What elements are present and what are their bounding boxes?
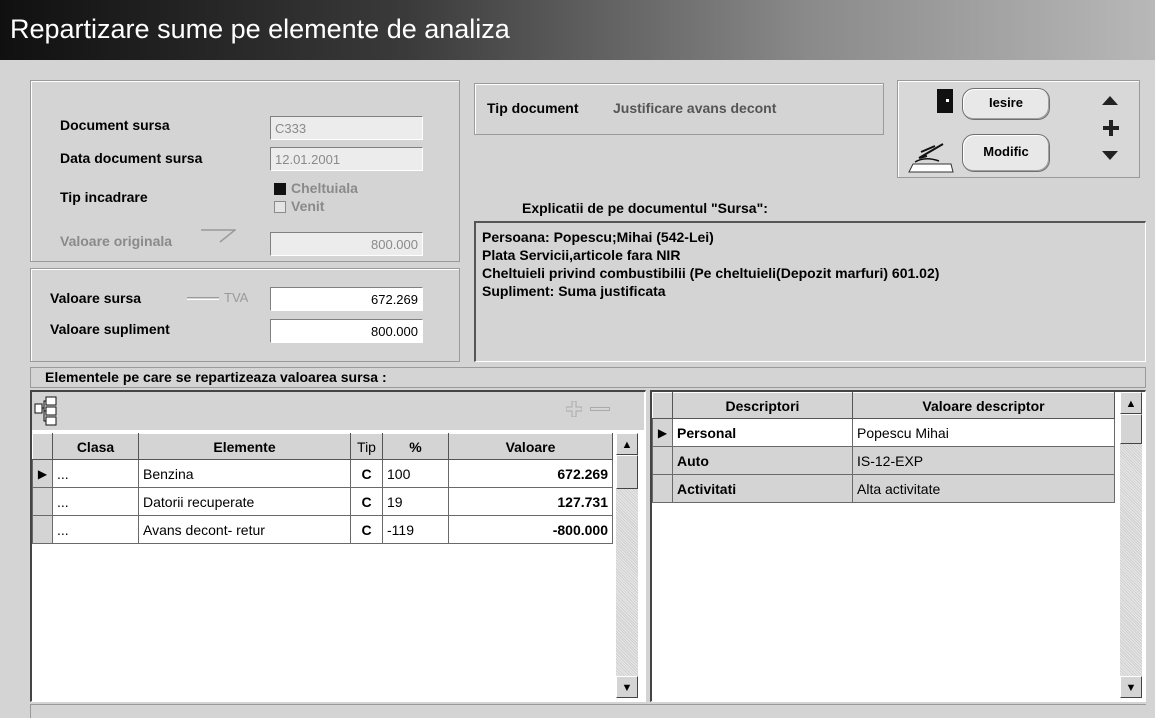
explanation-line: Plata Servicii,articole fara NIR (482, 247, 681, 263)
explanation-line: Supliment: Suma justificata (482, 283, 666, 299)
row-tip[interactable]: C (350, 515, 383, 544)
scroll-down-button[interactable]: ▼ (1120, 676, 1142, 698)
scroll-down-button[interactable]: ▼ (616, 676, 638, 698)
table-row[interactable]: Auto IS-12-EXP (652, 446, 1115, 475)
exit-door-icon (937, 89, 953, 113)
row-clasa[interactable]: ... (52, 459, 139, 488)
row-element[interactable]: Benzina (138, 459, 351, 488)
row-indicator (652, 474, 673, 503)
supplement-value-label: Valoare supliment (50, 321, 170, 337)
document-date-label: Data document sursa (60, 150, 203, 166)
descriptor-value[interactable]: Alta activitate (852, 474, 1115, 503)
column-header-elemente[interactable]: Elemente (138, 433, 351, 460)
column-header-tip[interactable]: Tip (350, 433, 383, 460)
column-header-percent[interactable]: % (382, 433, 449, 460)
descriptor-name[interactable]: Activitati (672, 474, 853, 503)
row-indicator (32, 487, 53, 516)
column-header-valoare-descriptor[interactable]: Valoare descriptor (852, 392, 1115, 419)
table-row[interactable]: ... Datorii recuperate C 19 127.731 (32, 487, 613, 516)
row-percent[interactable]: -119 (382, 515, 449, 544)
scroll-thumb[interactable] (616, 455, 638, 489)
section-header: Elementele pe care se repartizeaza valoa… (30, 367, 1146, 388)
supplement-value-field[interactable]: 800.000 (270, 319, 423, 343)
row-percent[interactable]: 100 (382, 459, 449, 488)
column-header-descriptori[interactable]: Descriptori (672, 392, 853, 419)
source-value-field[interactable]: 672.269 (270, 287, 423, 311)
value-panel (30, 268, 460, 362)
edit-pen-icon (908, 143, 954, 173)
scroll-thumb[interactable] (1120, 414, 1142, 444)
row-tip[interactable]: C (350, 487, 383, 516)
table-row[interactable]: ... Avans decont- retur C -119 -800.000 (32, 515, 613, 544)
row-clasa[interactable]: ... (52, 487, 139, 516)
plus-icon[interactable] (1103, 120, 1119, 136)
column-header-valoare[interactable]: Valoare (448, 433, 613, 460)
section-title: Elementele pe care se repartizeaza valoa… (45, 369, 387, 385)
row-valoare[interactable]: -800.000 (448, 515, 613, 544)
document-type-value: Justificare avans decont (613, 100, 777, 116)
descriptor-name[interactable]: Auto (672, 446, 853, 475)
income-checkbox[interactable] (274, 201, 286, 213)
scroll-up-button[interactable]: ▲ (616, 433, 638, 455)
modify-button[interactable]: Modific (962, 134, 1050, 172)
row-indicator (652, 446, 673, 475)
arrow-down-icon[interactable] (1101, 150, 1119, 162)
row-element[interactable]: Datorii recuperate (138, 487, 351, 516)
original-value-field[interactable]: 800.000 (270, 232, 423, 256)
descriptor-value[interactable]: Popescu Mihai (852, 418, 1115, 447)
expense-checkbox-label: Cheltuiala (291, 180, 358, 196)
original-value-label: Valoare originala (60, 233, 173, 249)
exit-button[interactable]: Iesire (962, 88, 1050, 120)
add-element-icon[interactable] (565, 400, 583, 418)
document-date-field[interactable]: 12.01.2001 (270, 147, 423, 171)
table-row[interactable]: Activitati Alta activitate (652, 474, 1115, 503)
table-row[interactable]: ▶ ... Benzina C 100 672.269 (32, 459, 613, 488)
row-indicator (32, 515, 53, 544)
remove-element-icon[interactable] (590, 407, 610, 411)
document-source-field[interactable]: C333 (270, 116, 423, 140)
explanation-line: Cheltuieli privind combustibilii (Pe che… (482, 265, 940, 281)
row-valoare[interactable]: 672.269 (448, 459, 613, 488)
row-clasa[interactable]: ... (52, 515, 139, 544)
row-indicator-header (32, 433, 53, 460)
descriptor-name[interactable]: Personal (672, 418, 853, 447)
arrow-up-icon[interactable] (1101, 94, 1119, 106)
row-valoare[interactable]: 127.731 (448, 487, 613, 516)
expense-checkbox[interactable] (274, 183, 286, 195)
source-value-label: Valoare sursa (50, 290, 142, 306)
tree-structure-icon[interactable] (34, 396, 60, 426)
current-row-marker-icon: ▶ (652, 418, 673, 447)
status-bar (30, 704, 1146, 718)
explanation-box: Persoana: Popescu;Mihai (542-Lei) Plata … (474, 221, 1146, 362)
row-percent[interactable]: 19 (382, 487, 449, 516)
tva-slider-icon[interactable] (187, 297, 219, 300)
income-checkbox-label: Venit (291, 198, 325, 214)
descriptors-table: Descriptori Valoare descriptor ▶ Persona… (652, 392, 1115, 503)
explanation-line: Persoana: Popescu;Mihai (542-Lei) (482, 229, 714, 245)
row-indicator-header (652, 392, 673, 419)
document-type-label: Tip document (487, 100, 579, 116)
elements-toolbar (32, 392, 644, 430)
corner-indicator-icon (201, 229, 236, 243)
scroll-up-button[interactable]: ▲ (1120, 392, 1142, 414)
column-header-clasa[interactable]: Clasa (52, 433, 139, 460)
descriptor-value[interactable]: IS-12-EXP (852, 446, 1115, 475)
row-tip[interactable]: C (350, 459, 383, 488)
table-row[interactable]: ▶ Personal Popescu Mihai (652, 418, 1115, 447)
current-row-marker-icon: ▶ (32, 459, 53, 488)
window-title: Repartizare sume pe elemente de analiza (0, 0, 1155, 60)
classification-type-label: Tip incadrare (60, 189, 148, 205)
document-source-label: Document sursa (60, 117, 170, 133)
elements-table: Clasa Elemente Tip % Valoare ▶ ... Benzi… (32, 433, 613, 544)
tva-label: TVA (224, 290, 249, 305)
explanation-title: Explicatii de pe documentul "Sursa": (522, 200, 768, 216)
row-element[interactable]: Avans decont- retur (138, 515, 351, 544)
